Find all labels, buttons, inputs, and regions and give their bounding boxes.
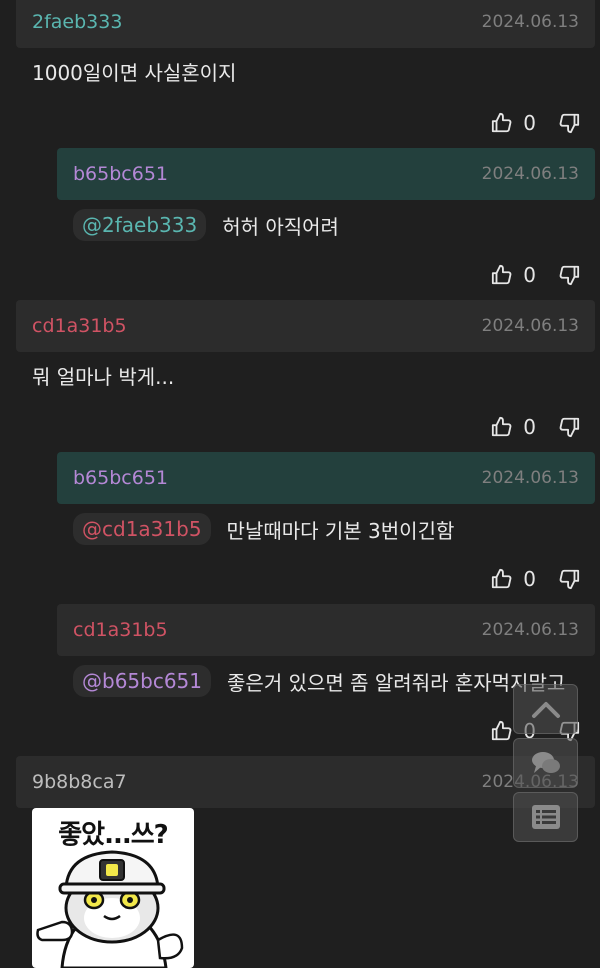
comment-header: 9b8b8ca7 2024.06.13 <box>16 756 595 808</box>
comment-header: b65bc651 2024.06.13 <box>57 452 595 504</box>
comment-body: @2faeb333 허허 아직어려 <box>0 200 600 250</box>
vote-bar: 0 <box>0 706 600 756</box>
mention-tag[interactable]: @2faeb333 <box>73 209 207 241</box>
comments-button[interactable] <box>513 738 578 788</box>
comment-author[interactable]: cd1a31b5 <box>32 315 127 337</box>
comment-date: 2024.06.13 <box>481 12 579 32</box>
thumbs-up-icon[interactable] <box>491 112 513 134</box>
vote-bar: 0 <box>0 250 600 300</box>
comment-author[interactable]: 9b8b8ca7 <box>32 771 127 793</box>
comment: 2faeb333 2024.06.13 1000일이면 사실혼이지 0 <box>0 0 600 148</box>
comment-reply: b65bc651 2024.06.13 @2faeb333 허허 아직어려 0 <box>0 148 600 300</box>
comment-body: @b65bc651 좋은거 있으면 좀 알려줘라 혼자먹지말고 <box>0 656 600 706</box>
thumbs-down-icon[interactable] <box>558 416 580 438</box>
vote-bar: 0 <box>0 98 600 148</box>
comment-text: 허허 아직어려 <box>222 214 339 239</box>
comment-date: 2024.06.13 <box>481 468 579 488</box>
thumbs-up-icon[interactable] <box>491 568 513 590</box>
hardhat-cat-icon <box>36 850 184 968</box>
scroll-top-button[interactable] <box>513 684 578 734</box>
comment-date: 2024.06.13 <box>481 316 579 336</box>
comment-author[interactable]: cd1a31b5 <box>73 619 168 641</box>
comment-text: 뭐 얼마나 박게... <box>32 365 175 389</box>
comment-reply: b65bc651 2024.06.13 @cd1a31b5 만날때마다 기본 3… <box>0 452 600 604</box>
comment-author[interactable]: b65bc651 <box>73 163 168 185</box>
comment-header: cd1a31b5 2024.06.13 <box>16 300 595 352</box>
comment-header: b65bc651 2024.06.13 <box>57 148 595 200</box>
vote-bar: 0 <box>0 554 600 604</box>
upvote-count: 0 <box>523 567 536 591</box>
sticker-image: 좋았...쓰? <box>32 808 194 968</box>
comment: 9b8b8ca7 2024.06.13 <box>0 756 600 808</box>
upvote-count: 0 <box>523 415 536 439</box>
scroll-top-icon <box>531 702 560 718</box>
thumbs-down-icon[interactable] <box>558 568 580 590</box>
thumbs-down-icon[interactable] <box>558 112 580 134</box>
mention-tag[interactable]: @b65bc651 <box>73 665 212 697</box>
list-icon <box>531 805 560 829</box>
comment-author[interactable]: 2faeb333 <box>32 11 122 33</box>
comment-date: 2024.06.13 <box>481 164 579 184</box>
comments-icon <box>531 752 560 773</box>
upvote-count: 0 <box>523 263 536 287</box>
thumbs-up-icon[interactable] <box>491 416 513 438</box>
comment-author[interactable]: b65bc651 <box>73 467 168 489</box>
comment-date: 2024.06.13 <box>481 620 579 640</box>
list-button[interactable] <box>513 792 578 842</box>
comment-header: 2faeb333 2024.06.13 <box>16 0 595 48</box>
thumbs-up-icon[interactable] <box>491 264 513 286</box>
vote-bar: 0 <box>0 402 600 452</box>
thumbs-up-icon[interactable] <box>491 720 513 742</box>
thumbs-down-icon[interactable] <box>558 264 580 286</box>
comment-text: 1000일이면 사실혼이지 <box>32 61 237 85</box>
comment-reply: cd1a31b5 2024.06.13 @b65bc651 좋은거 있으면 좀 … <box>0 604 600 756</box>
comment-text: 만날때마다 기본 3번이긴함 <box>226 518 455 543</box>
comment: cd1a31b5 2024.06.13 뭐 얼마나 박게... 0 <box>0 300 600 452</box>
comment-header: cd1a31b5 2024.06.13 <box>57 604 595 656</box>
comment-body: @cd1a31b5 만날때마다 기본 3번이긴함 <box>0 504 600 554</box>
mention-tag[interactable]: @cd1a31b5 <box>73 513 211 545</box>
upvote-count: 0 <box>523 111 536 135</box>
